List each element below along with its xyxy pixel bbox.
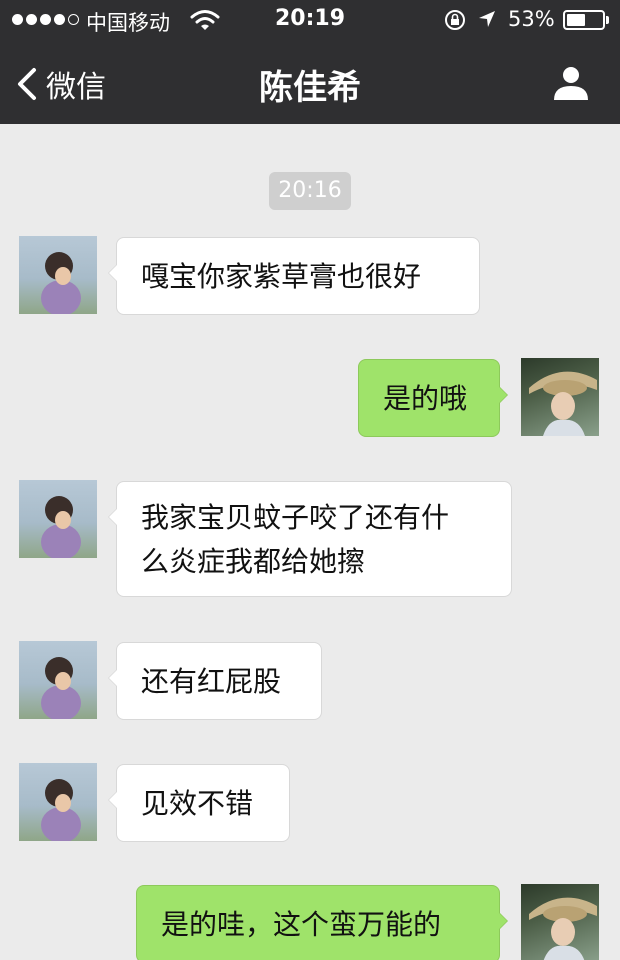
location-icon	[479, 11, 495, 27]
message-text: 见效不错	[141, 787, 254, 820]
battery-tip	[606, 16, 609, 24]
contact-avatar[interactable]	[19, 641, 97, 719]
message-text: 嘎宝你家紫草膏也很好	[141, 260, 422, 293]
battery-level-fill	[567, 14, 585, 26]
message-text: 是的哇，这个蛮万能的	[161, 908, 442, 941]
contact-avatar[interactable]	[19, 236, 97, 314]
contact-avatar[interactable]	[19, 763, 97, 841]
my-avatar[interactable]	[521, 884, 599, 960]
contact-avatar[interactable]	[19, 480, 97, 558]
message-timestamp: 20:16	[269, 172, 351, 210]
message-bubble-outgoing[interactable]: 是的哦	[358, 359, 508, 437]
message-bubble-incoming[interactable]: 我家宝贝蚊子咬了还有什 么炎症我都给她擦	[108, 481, 512, 597]
top-bar: 中国移动 20:19 53% 微信 陈佳希	[0, 0, 620, 124]
message-text: 是的哦	[383, 382, 468, 415]
message-bubble-incoming[interactable]: 嘎宝你家紫草膏也很好	[108, 237, 480, 315]
navigation-bar: 微信 陈佳希	[0, 40, 620, 124]
battery-icon	[563, 10, 605, 30]
message-text: 我家宝贝蚊子咬了还有什 么炎症我都给她擦	[141, 501, 450, 578]
message-bubble-incoming[interactable]: 见效不错	[108, 764, 290, 842]
person-icon[interactable]	[551, 62, 591, 102]
chat-title: 陈佳希	[259, 68, 361, 108]
rotation-lock-icon	[445, 10, 465, 30]
message-text: 还有红屁股	[141, 665, 282, 698]
battery-percent: 53%	[508, 7, 555, 31]
status-bar: 中国移动 20:19 53%	[0, 0, 620, 40]
my-avatar[interactable]	[521, 358, 599, 436]
message-bubble-incoming[interactable]: 还有红屁股	[108, 642, 322, 720]
message-bubble-outgoing[interactable]: 是的哇，这个蛮万能的	[136, 885, 508, 960]
